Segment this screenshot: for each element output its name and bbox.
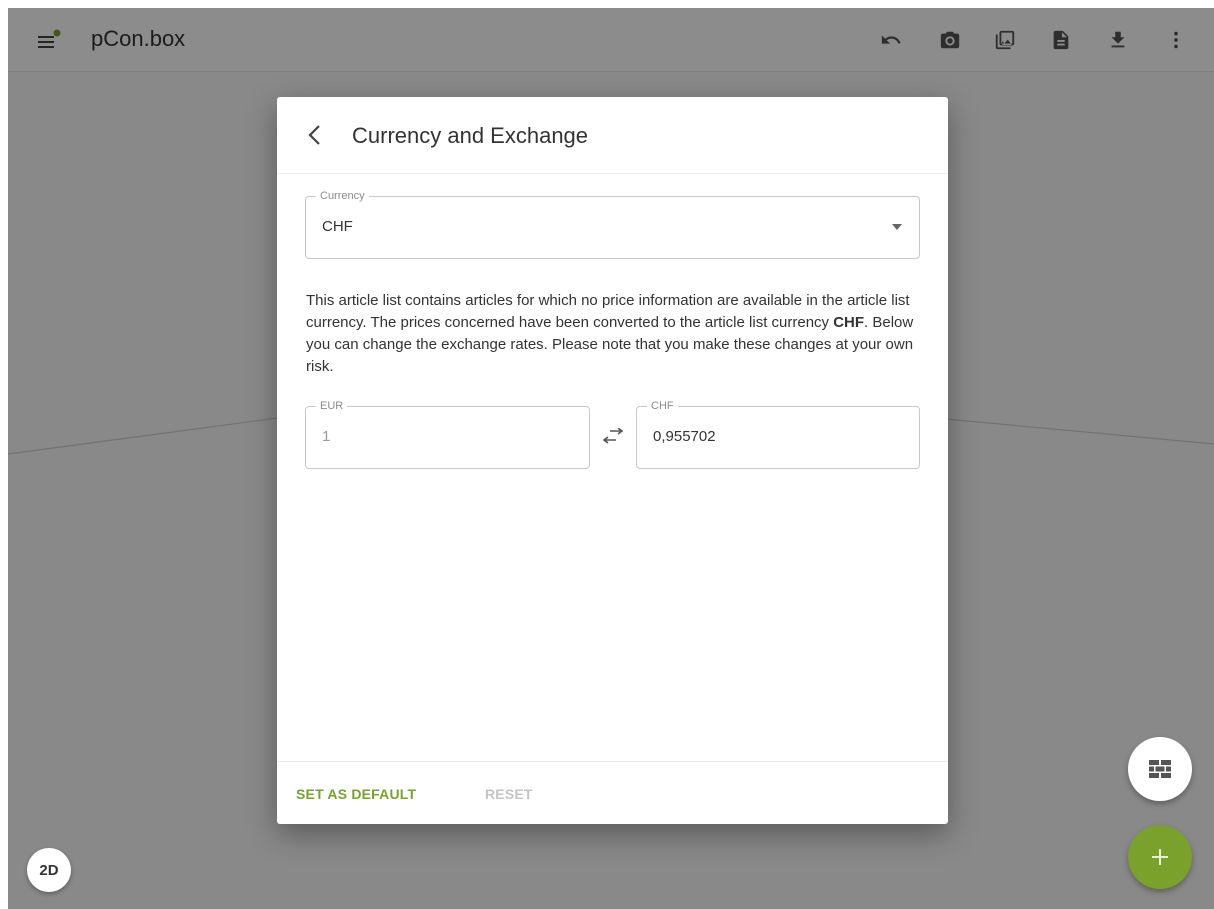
plus-icon bbox=[1152, 849, 1168, 865]
set-as-default-button[interactable]: SET AS DEFAULT bbox=[296, 784, 416, 804]
info-currency-highlight: CHF bbox=[833, 314, 865, 331]
dialog-header: Currency and Exchange bbox=[277, 97, 948, 174]
eur-value: 1 bbox=[322, 428, 331, 445]
dialog-footer: SET AS DEFAULT RESET bbox=[277, 761, 948, 824]
currency-value: CHF bbox=[322, 218, 353, 235]
chf-value: 0,955702 bbox=[653, 428, 716, 445]
currency-label: Currency bbox=[316, 189, 369, 203]
add-button[interactable] bbox=[1128, 825, 1192, 889]
currency-select[interactable]: Currency CHF bbox=[305, 189, 920, 259]
dialog-title: Currency and Exchange bbox=[352, 123, 589, 148]
currency-dialog: Currency and Exchange Currency CHF This … bbox=[277, 97, 948, 824]
catalog-button[interactable] bbox=[1128, 737, 1192, 801]
dropdown-arrow-icon bbox=[892, 224, 902, 230]
chevron-left-icon bbox=[308, 125, 320, 145]
chf-label: CHF bbox=[647, 399, 678, 413]
info-text: This article list contains articles for … bbox=[306, 290, 926, 378]
eur-label: EUR bbox=[316, 399, 348, 413]
view-2d-button[interactable]: 2D bbox=[27, 848, 71, 892]
back-button[interactable] bbox=[301, 121, 329, 149]
eur-rate-field: EUR 1 bbox=[305, 399, 590, 469]
swap-icon[interactable] bbox=[600, 424, 626, 448]
reset-button[interactable]: RESET bbox=[485, 784, 533, 804]
chf-rate-input[interactable]: CHF 0,955702 bbox=[636, 399, 920, 469]
grid-icon bbox=[1149, 760, 1171, 778]
info-text-part: This article list contains articles for … bbox=[306, 292, 910, 331]
